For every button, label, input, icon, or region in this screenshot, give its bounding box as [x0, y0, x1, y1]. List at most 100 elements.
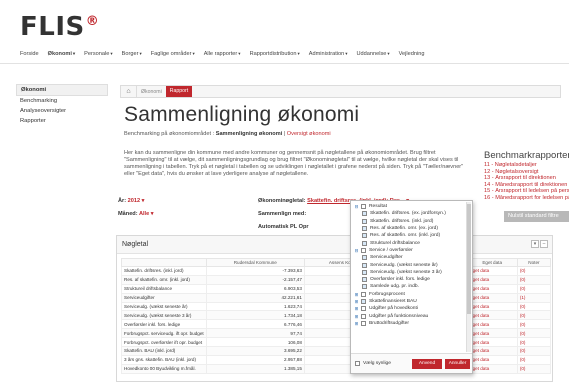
table-cell[interactable]: (0): [516, 363, 552, 374]
table-row[interactable]: Hovedkonto 00 Byudvikling m.fmål. 1.385,1…: [121, 363, 552, 374]
nav-item[interactable]: Forside: [20, 51, 39, 57]
benchmark-link[interactable]: 13 - Årsrapport til direktionen: [484, 175, 569, 182]
home-icon[interactable]: ⌂: [121, 86, 137, 97]
table-cell[interactable]: Eget data: [466, 292, 518, 303]
benchmark-link[interactable]: 11 - Nøgletalsdetaljer: [484, 162, 569, 169]
table-cell[interactable]: Eget data: [466, 328, 518, 339]
compare-filter-label[interactable]: Sammenlign med:: [258, 211, 306, 217]
table-row[interactable]: Serviceudgifter42.221,6138.658,10nerEget…: [121, 292, 552, 303]
table-cell[interactable]: (0): [516, 346, 552, 356]
option-checkbox[interactable]: [362, 269, 367, 275]
dropdown-option[interactable]: Skattefin. driftsres. (inkl. jord): [351, 218, 468, 225]
option-checkbox[interactable]: [362, 240, 367, 246]
apply-button[interactable]: Anvend: [412, 359, 442, 369]
select-visible-checkbox[interactable]: [355, 361, 360, 366]
breadcrumb-item-okonomi[interactable]: Økonomi: [137, 89, 166, 95]
month-filter[interactable]: Måned: Alle ▾: [118, 211, 154, 217]
table-cell[interactable]: Eget data: [466, 363, 518, 374]
year-filter[interactable]: År: 2012 ▾: [118, 198, 144, 204]
expand-icon[interactable]: ⊞: [354, 306, 359, 311]
subtitle-link-oversigt[interactable]: Oversigt økonomi: [287, 131, 331, 137]
table-cell[interactable]: (1): [516, 292, 552, 303]
nav-item[interactable]: Faglige områder▾: [151, 51, 195, 57]
benchmark-link[interactable]: 14 - Månedsrapport til direktionen: [484, 182, 569, 189]
table-cell[interactable]: Eget data: [466, 337, 518, 348]
sidebar-item-analyseoversigter[interactable]: Analyseoversigter: [16, 106, 108, 116]
dropdown-option[interactable]: ⊞ Skattefinansieret BAU: [351, 298, 468, 305]
auto-pl-label[interactable]: Automatisk PL Opr: [258, 224, 309, 230]
sidebar-item-rapporter[interactable]: Rapporter: [16, 116, 108, 126]
dropdown-option[interactable]: ⊟ Service / overførsler: [351, 247, 468, 254]
sidebar-header[interactable]: Økonomi: [16, 84, 108, 96]
dropdown-option[interactable]: Serviceudg. (vækst seneste 3 år): [351, 269, 468, 276]
sidebar-item-benchmarking[interactable]: Benchmarking: [16, 96, 108, 106]
option-checkbox[interactable]: [362, 211, 367, 217]
option-checkbox[interactable]: [361, 299, 366, 304]
nav-item[interactable]: Vejledning: [399, 51, 425, 57]
table-cell[interactable]: Eget data: [466, 346, 518, 356]
dropdown-scrollbar[interactable]: [466, 202, 471, 352]
table-row[interactable]: Struktureil driftsbalance6.903,531.685,9…: [121, 283, 552, 294]
collapse-icon[interactable]: ⊟: [354, 248, 359, 253]
expand-icon[interactable]: ⊞: [354, 292, 359, 297]
table-cell[interactable]: Eget data: [466, 266, 518, 276]
table-row[interactable]: Serviceudg. (vækst seneste år)1.623,7493…: [121, 301, 552, 312]
menu-icon[interactable]: ▾: [531, 240, 539, 248]
table-cell[interactable]: (0): [516, 283, 552, 294]
table-cell[interactable]: Eget data: [466, 301, 518, 312]
table-row[interactable]: Res. af skattefin. omr. (inkl. jord) -2.1…: [121, 274, 552, 285]
benchmark-link[interactable]: 12 - Nøgletalsoversigt: [484, 169, 569, 176]
select-visible-option[interactable]: Vælg synlige: [355, 361, 391, 366]
dropdown-option[interactable]: ⊟ Resultat: [351, 203, 468, 210]
table-cell[interactable]: Eget data: [466, 310, 518, 321]
option-checkbox[interactable]: [361, 320, 366, 326]
dropdown-option[interactable]: Res. af skattefin. omr. (ex. jord): [351, 225, 468, 232]
table-cell[interactable]: (0): [516, 319, 552, 330]
option-checkbox[interactable]: [361, 291, 366, 297]
scrollbar-thumb[interactable]: [467, 204, 471, 314]
dropdown-option[interactable]: Serviceudgifter: [351, 254, 468, 261]
cancel-button[interactable]: Annuller: [445, 359, 470, 369]
option-checkbox[interactable]: [362, 284, 367, 290]
collapse-icon[interactable]: ⊟: [354, 204, 359, 209]
table-cell[interactable]: (0): [516, 310, 552, 321]
dropdown-option[interactable]: ⊞ Udgifter på funktionsniveau: [351, 312, 468, 319]
expand-icon[interactable]: ⊞: [354, 321, 359, 326]
table-cell[interactable]: (0): [516, 337, 552, 348]
option-checkbox[interactable]: [362, 255, 367, 261]
table-row[interactable]: Skattefin. driftsres. (inkl. jord) -7.393…: [121, 266, 552, 276]
nav-item[interactable]: Rapportdistribution▾: [250, 51, 300, 57]
table-row[interactable]: Overførsler inkl. fors. ledige6.776,4613…: [121, 319, 552, 330]
table-cell[interactable]: (0): [516, 266, 552, 276]
dropdown-option[interactable]: Strukturel driftsbalance: [351, 239, 468, 246]
dropdown-option[interactable]: ⊞ Forbrugsprocent: [351, 291, 468, 298]
nav-item[interactable]: Personale▾: [84, 51, 112, 57]
table-cell[interactable]: (0): [516, 328, 552, 339]
nav-item[interactable]: Alle rapporter▾: [204, 51, 241, 57]
nav-item[interactable]: Administration▾: [309, 51, 348, 57]
benchmark-link[interactable]: 16 - Månedsrapport for ledelsen på perso…: [484, 195, 569, 202]
table-row[interactable]: 3 års gns. skattefin. BAU (inkl. jord) 2.…: [121, 354, 552, 365]
flis-logo[interactable]: FLIS®: [20, 12, 99, 42]
nav-item[interactable]: Uddannelse▾: [357, 51, 390, 57]
breadcrumb-item-rapport[interactable]: Rapport: [165, 86, 193, 97]
expand-icon[interactable]: ⊞: [354, 299, 359, 304]
minimize-icon[interactable]: –: [540, 240, 548, 248]
nav-item[interactable]: Økonomi▾: [48, 51, 76, 57]
option-checkbox[interactable]: [362, 226, 367, 232]
option-checkbox[interactable]: [361, 204, 366, 210]
table-cell[interactable]: (0): [516, 274, 552, 285]
option-checkbox[interactable]: [361, 247, 366, 253]
dropdown-option[interactable]: Overførsler inkl. fors. ledige: [351, 276, 468, 283]
dropdown-option[interactable]: Samlede udg. pr. indb.: [351, 283, 468, 290]
dropdown-option[interactable]: ⊞ Udgifter på hovedkonti: [351, 305, 468, 312]
table-cell[interactable]: (0): [516, 301, 552, 312]
option-checkbox[interactable]: [361, 313, 366, 319]
table-row[interactable]: Forbrugspct. overførsler ift opr. budget…: [121, 337, 552, 348]
reset-filters-button[interactable]: Nulstil standard filtre: [504, 210, 569, 222]
table-row[interactable]: Skattefin. BAU (inkl. jord)3.695,222.141…: [121, 346, 552, 356]
option-checkbox[interactable]: [362, 218, 367, 224]
table-row[interactable]: Serviceudg. (vækst seneste 3 år) 1.734,18…: [121, 310, 552, 321]
dropdown-option[interactable]: Serviceudg. (vækst seneste år): [351, 261, 468, 268]
table-cell[interactable]: Eget data: [466, 274, 518, 285]
